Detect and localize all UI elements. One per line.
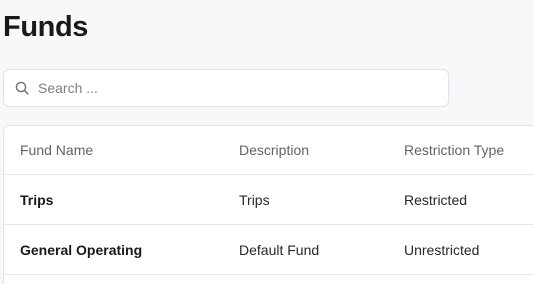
description-cell: Trips <box>239 191 270 208</box>
funds-page: Funds Fund Name Description Restriction … <box>0 0 534 284</box>
column-header-description[interactable]: Description <box>239 126 309 174</box>
restriction-type-cell: Unrestricted <box>404 241 480 258</box>
restriction-type-cell: Restricted <box>404 191 468 208</box>
table-row[interactable]: Trips Trips Restricted <box>4 175 534 225</box>
search-icon <box>14 80 30 96</box>
table-row[interactable]: General Operating Default Fund Unrestric… <box>4 225 534 275</box>
column-header-restriction-type[interactable]: Restriction Type <box>404 126 504 174</box>
fund-name-cell[interactable]: General Operating <box>20 225 142 274</box>
table-header-row: Fund Name Description Restriction Type <box>4 126 534 175</box>
search-box[interactable] <box>3 69 449 107</box>
column-header-fund-name[interactable]: Fund Name <box>20 126 93 174</box>
fund-name-cell[interactable]: Trips <box>20 175 53 224</box>
search-icon-graphic <box>15 81 29 95</box>
search-input[interactable] <box>38 80 428 96</box>
description-cell: Default Fund <box>239 241 320 258</box>
funds-table: Fund Name Description Restriction Type T… <box>3 125 534 284</box>
page-title: Funds <box>3 11 88 43</box>
